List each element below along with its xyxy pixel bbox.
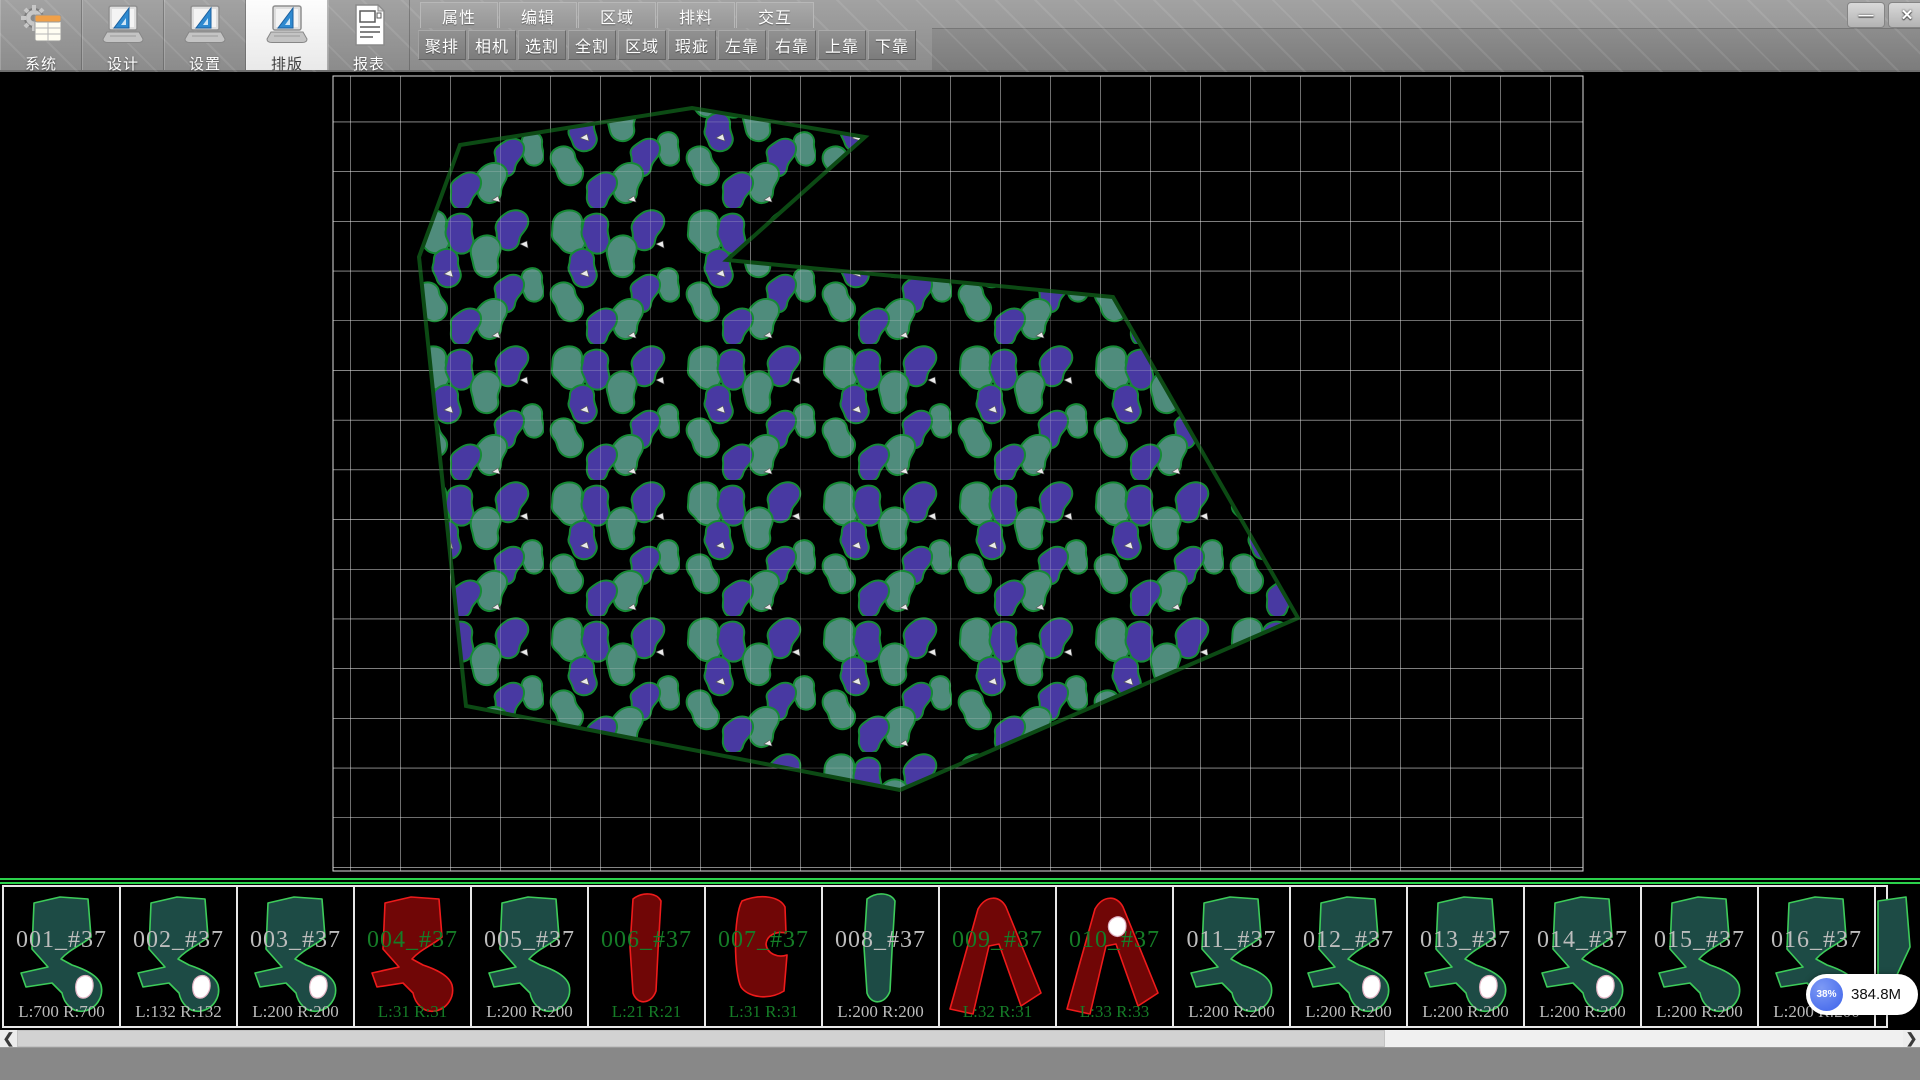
thumbnail-007_#37[interactable]: 007_#37 L:31 R:31	[704, 885, 823, 1028]
thumbnail-id-label: 003_#37	[238, 927, 353, 954]
filmstrip-top-line	[0, 878, 1920, 880]
thumbnail-lr-label: L:132 R:132	[121, 1002, 236, 1022]
filmstrip-cells: 001_#37L:700 R:700002_#37L:132 R:132003_…	[2, 885, 1888, 1028]
tab-属性[interactable]: 属性	[420, 2, 498, 28]
thumbnail-013_#37[interactable]: 013_#37 L:200 R:200	[1406, 885, 1525, 1028]
thumbnail-002_#37[interactable]: 002_#37 L:132 R:132	[119, 885, 238, 1028]
thumbnail-lr-label: L:200 R:200	[823, 1002, 938, 1022]
thumbnail-id-label: 002_#37	[121, 927, 236, 954]
tool-button-区域[interactable]: 区域	[618, 30, 666, 60]
thumbnail-015_#37[interactable]: 015_#37 L:200 R:200	[1640, 885, 1759, 1028]
thumbnail-id-label: 007_#37	[706, 927, 821, 954]
nav-button-系统[interactable]: 系统	[0, 0, 82, 70]
thumbnail-id-label: 016_#37	[1759, 927, 1874, 954]
scroll-right-arrow-icon[interactable]: ❯	[1903, 1030, 1920, 1047]
thumbnail-lr-label: L:200 R:200	[1291, 1002, 1406, 1022]
thumbnail-lr-label: L:200 R:200	[1642, 1002, 1757, 1022]
thumbnail-lr-label: L:33 R:33	[1057, 1002, 1172, 1022]
tool-button-全割[interactable]: 全割	[568, 30, 616, 60]
thumbnail-id-label: 009_#37	[940, 927, 1055, 954]
ribbon-toolbar: 系统设计设置排版报表 属性编辑区域排料交互 聚排相机选割全割区域瑕疵左靠右靠上靠…	[0, 0, 1920, 72]
thumbnail-id-label: 014_#37	[1525, 927, 1640, 954]
nesting-canvas[interactable]	[0, 72, 1920, 878]
thumbnail-id-label: 012_#37	[1291, 927, 1406, 954]
thumbnail-012_#37[interactable]: 012_#37 L:200 R:200	[1289, 885, 1408, 1028]
thumbnail-lr-label: L:31 R:31	[706, 1002, 821, 1022]
thumbnail-004_#37[interactable]: 004_#37 L:31 R:31	[353, 885, 472, 1028]
thumbnail-lr-label: L:200 R:200	[472, 1002, 587, 1022]
nav-button-label: 设计	[107, 53, 139, 74]
thumbnail-lr-label: L:21 R:21	[589, 1002, 704, 1022]
tool-button-相机[interactable]: 相机	[468, 30, 516, 60]
filmstrip-top-line2	[0, 882, 1920, 884]
laptop-ruler-icon	[182, 3, 228, 52]
progress-badge: 38% 384.8M	[1806, 974, 1918, 1015]
tab-编辑[interactable]: 编辑	[499, 2, 577, 28]
thumbnail-lr-label: L:700 R:700	[4, 1002, 119, 1022]
thumbnail-id-label: 010_#37	[1057, 927, 1172, 954]
thumbnail-lr-label: L:200 R:200	[1408, 1002, 1523, 1022]
tool-button-选割[interactable]: 选割	[518, 30, 566, 60]
scrollbar-thumb[interactable]	[17, 1030, 1385, 1047]
thumbnail-id-label: 015_#37	[1642, 927, 1757, 954]
thumbnail-id-label: 004_#37	[355, 927, 470, 954]
tool-button-下靠[interactable]: 下靠	[868, 30, 916, 60]
window-controls: — ✕	[1844, 2, 1920, 28]
minimize-button[interactable]: —	[1847, 2, 1885, 28]
thumbnail-010_#37[interactable]: 010_#37 L:33 R:33	[1055, 885, 1174, 1028]
piece-filmstrip: 001_#37L:700 R:700002_#37L:132 R:132003_…	[0, 878, 1920, 1030]
canvas-drawing	[0, 72, 1920, 878]
thumbnail-001_#37[interactable]: 001_#37 L:700 R:700	[2, 885, 121, 1028]
nav-button-排版[interactable]: 排版	[246, 0, 328, 70]
nav-button-label: 系统	[25, 53, 57, 74]
tool-button-聚排[interactable]: 聚排	[418, 30, 466, 60]
thumbnail-003_#37[interactable]: 003_#37 L:200 R:200	[236, 885, 355, 1028]
thumbnail-id-label: 008_#37	[823, 927, 938, 954]
thumbnail-008_#37[interactable]: 008_#37 L:200 R:200	[821, 885, 940, 1028]
tool-button-瑕疵[interactable]: 瑕疵	[668, 30, 716, 60]
thumbnail-id-label: 013_#37	[1408, 927, 1523, 954]
thumbnail-009_#37[interactable]: 009_#37 L:32 R:31	[938, 885, 1057, 1028]
nav-button-label: 报表	[353, 53, 385, 74]
main-nav: 系统设计设置排版报表	[0, 0, 410, 70]
thumbnail-id-label: 011_#37	[1174, 927, 1289, 954]
nav-button-报表[interactable]: 报表	[328, 0, 410, 70]
thumbnail-lr-label: L:32 R:31	[940, 1002, 1055, 1022]
thumbnail-lr-label: L:200 R:200	[1174, 1002, 1289, 1022]
tab-交互[interactable]: 交互	[736, 2, 814, 28]
ribbon-tool-row: 聚排相机选割全割区域瑕疵左靠右靠上靠下靠	[418, 30, 918, 60]
tool-button-左靠[interactable]: 左靠	[718, 30, 766, 60]
memory-usage-label: 384.8M	[1851, 986, 1901, 1003]
nav-button-设计[interactable]: 设计	[82, 0, 164, 70]
nav-button-label: 设置	[189, 53, 221, 74]
thumbnail-id-label: 001_#37	[4, 927, 119, 954]
tab-区域[interactable]: 区域	[578, 2, 656, 28]
close-button[interactable]: ✕	[1888, 2, 1920, 28]
horizontal-scrollbar[interactable]: ❮ ❯	[0, 1030, 1920, 1047]
report-icon	[346, 3, 392, 52]
app-window: 系统设计设置排版报表 属性编辑区域排料交互 聚排相机选割全割区域瑕疵左靠右靠上靠…	[0, 0, 1920, 1080]
ribbon-right-band	[932, 28, 1920, 70]
thumbnail-id-label: 006_#37	[589, 927, 704, 954]
progress-percent-badge: 38%	[1810, 978, 1843, 1011]
tool-button-右靠[interactable]: 右靠	[768, 30, 816, 60]
thumbnail-014_#37[interactable]: 014_#37 L:200 R:200	[1523, 885, 1642, 1028]
thumbnail-011_#37[interactable]: 011_#37 L:200 R:200	[1172, 885, 1291, 1028]
nav-button-label: 排版	[271, 53, 303, 74]
tab-排料[interactable]: 排料	[657, 2, 735, 28]
thumbnail-lr-label: L:31 R:31	[355, 1002, 470, 1022]
thumbnail-005_#37[interactable]: 005_#37 L:200 R:200	[470, 885, 589, 1028]
thumbnail-006_#37[interactable]: 006_#37 L:21 R:21	[587, 885, 706, 1028]
status-bar	[0, 1047, 1920, 1080]
thumbnail-lr-label: L:200 R:200	[1525, 1002, 1640, 1022]
laptop-ruler-icon	[264, 3, 310, 52]
scroll-left-arrow-icon[interactable]: ❮	[0, 1030, 17, 1047]
tool-button-上靠[interactable]: 上靠	[818, 30, 866, 60]
laptop-ruler-icon	[100, 3, 146, 52]
ribbon-tab-row: 属性编辑区域排料交互	[420, 2, 815, 28]
thumbnail-id-label: 005_#37	[472, 927, 587, 954]
gear-table-icon	[18, 3, 64, 52]
nav-button-设置[interactable]: 设置	[164, 0, 246, 70]
thumbnail-lr-label: L:200 R:200	[238, 1002, 353, 1022]
